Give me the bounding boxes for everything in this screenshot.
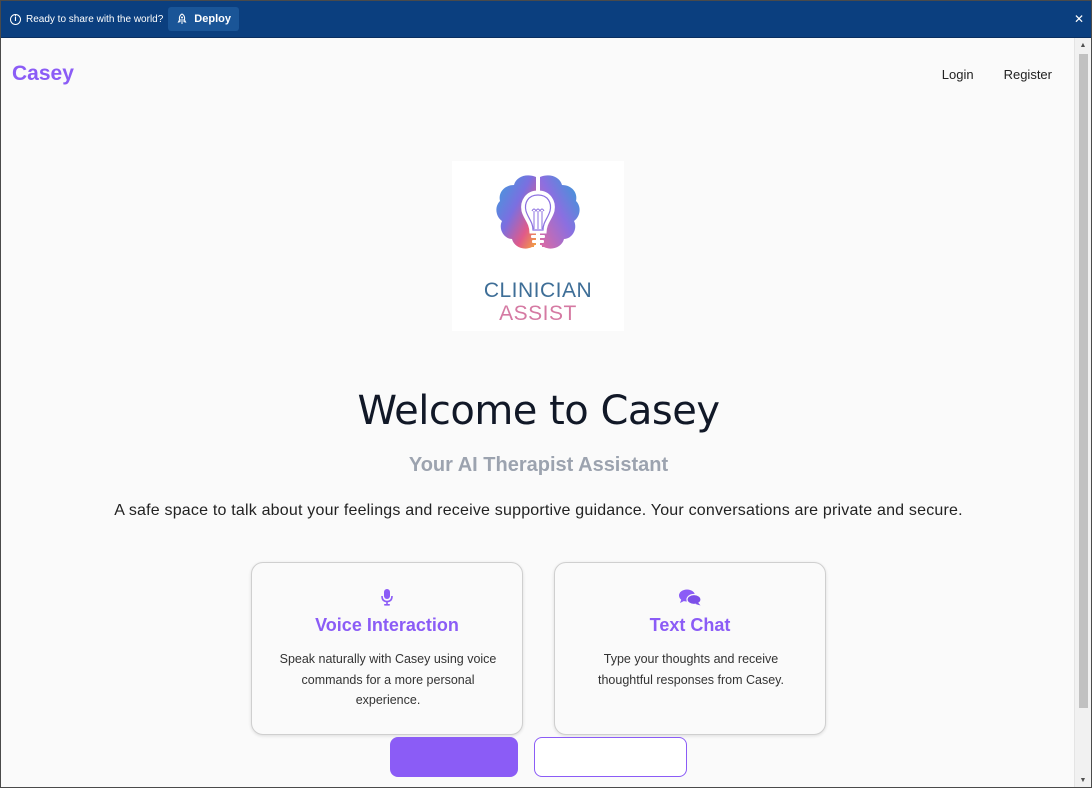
voice-interaction-card[interactable]: Voice Interaction Speak naturally with C… xyxy=(251,562,523,735)
page-subtitle: Your AI Therapist Assistant xyxy=(408,454,669,476)
info-icon: i xyxy=(10,13,21,25)
card-description: Speak naturally with Casey using voice c… xyxy=(279,652,497,707)
login-link[interactable]: Login xyxy=(942,67,974,82)
banner-message: Ready to share with the world? xyxy=(26,13,164,25)
top-nav: Login Register xyxy=(942,67,1052,82)
rocket-icon xyxy=(177,13,187,24)
primary-cta-button[interactable] xyxy=(390,737,518,777)
secondary-cta-button[interactable] xyxy=(534,737,687,777)
page-description: A safe space to talk about your feelings… xyxy=(114,502,963,519)
microphone-icon xyxy=(381,589,393,606)
scrollbar-thumb[interactable] xyxy=(1079,54,1088,708)
vertical-scrollbar[interactable]: ▲ ▼ xyxy=(1074,38,1091,787)
close-icon[interactable]: ✕ xyxy=(1074,13,1084,25)
app-window: i Ready to share with the world? Deploy … xyxy=(0,0,1092,788)
page-title: Welcome to Casey xyxy=(357,388,720,434)
clinician-assist-logo: CLINICIAN ASSIST xyxy=(452,161,624,331)
chat-bubbles-icon xyxy=(679,589,701,606)
page-content: Casey Login Register CLINICIAN ASSIST We… xyxy=(1,38,1076,787)
brain-lightbulb-icon xyxy=(496,175,580,249)
card-description: Type your thoughts and receive thoughtfu… xyxy=(598,652,784,687)
deploy-label: Deploy xyxy=(194,13,231,25)
deploy-button[interactable]: Deploy xyxy=(168,7,239,31)
register-link[interactable]: Register xyxy=(1004,67,1052,82)
card-title: Voice Interaction xyxy=(315,615,459,635)
card-title: Text Chat xyxy=(649,615,731,635)
text-chat-card[interactable]: Text Chat Type your thoughts and receive… xyxy=(554,562,826,735)
logo-text-clinician: CLINICIAN xyxy=(483,279,593,302)
scroll-up-arrow-icon[interactable]: ▲ xyxy=(1075,39,1091,53)
scroll-down-arrow-icon[interactable]: ▼ xyxy=(1075,774,1091,787)
deploy-banner: i Ready to share with the world? Deploy … xyxy=(1,1,1091,38)
brand-logo-text[interactable]: Casey xyxy=(12,62,74,86)
logo-text-assist: ASSIST xyxy=(499,302,577,325)
